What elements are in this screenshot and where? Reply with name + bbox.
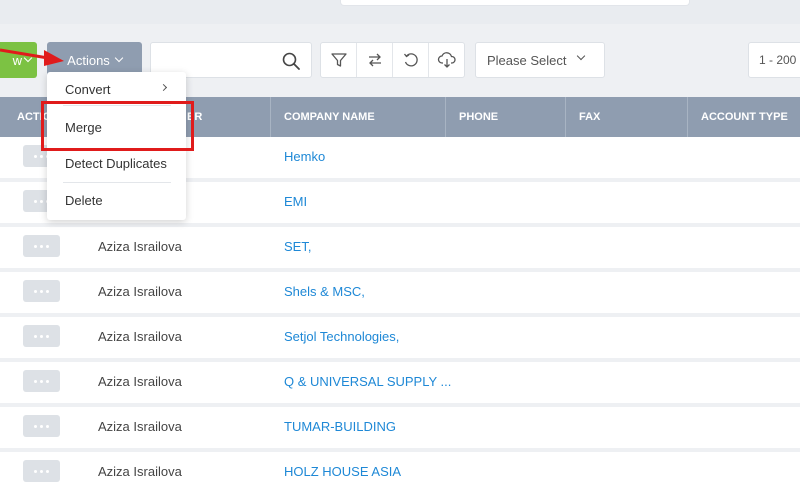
swap-arrows-icon — [368, 53, 381, 67]
pagination-info[interactable]: 1 - 200 — [748, 42, 800, 78]
table-row[interactable]: Aziza Israilova Shels & MSC, — [0, 272, 800, 317]
row-owner: Aziza Israilova — [98, 374, 182, 389]
row-company-link[interactable]: EMI — [284, 194, 307, 209]
column-header-fax[interactable]: FAX — [565, 97, 687, 137]
chevron-down-icon — [576, 51, 586, 61]
table-row[interactable]: Aziza Israilova TUMAR-BUILDING — [0, 407, 800, 452]
filter-select-value: Please Select — [487, 52, 567, 68]
chevron-right-icon — [159, 83, 168, 92]
table-row[interactable]: Aziza Israilova Q & UNIVERSAL SUPPLY ... — [0, 362, 800, 407]
row-owner: Aziza Israilova — [98, 239, 182, 254]
column-header-account-type[interactable]: ACCOUNT TYPE — [687, 97, 800, 137]
row-company-link[interactable]: HOLZ HOUSE ASIA — [284, 464, 401, 479]
menu-divider — [63, 182, 171, 183]
row-company-link[interactable]: Q & UNIVERSAL SUPPLY ... — [284, 374, 451, 389]
row-owner: Aziza Israilova — [98, 419, 182, 434]
pagination-text: 1 - 200 — [759, 53, 797, 67]
menu-item-detect-duplicates[interactable]: Detect Duplicates — [65, 156, 167, 171]
chevron-down-icon — [114, 53, 124, 63]
row-actions-button[interactable] — [23, 280, 60, 302]
row-company-link[interactable]: Shels & MSC, — [284, 284, 365, 299]
filter-button[interactable] — [321, 43, 357, 77]
filter-icon — [330, 53, 347, 67]
row-actions-button[interactable] — [23, 370, 60, 392]
table-row[interactable]: Aziza Israilova SET, — [0, 227, 800, 272]
menu-divider — [63, 105, 171, 106]
row-actions-button[interactable] — [23, 460, 60, 482]
row-owner: Aziza Israilova — [98, 329, 182, 344]
table-row[interactable]: Aziza Israilova Setjol Technologies, — [0, 317, 800, 362]
refresh-button[interactable] — [393, 43, 429, 77]
row-owner: Aziza Israilova — [98, 284, 182, 299]
download-button[interactable] — [429, 43, 464, 77]
row-company-link[interactable]: Setjol Technologies, — [284, 329, 399, 344]
filter-select[interactable]: Please Select — [475, 42, 605, 78]
row-actions-button[interactable] — [23, 415, 60, 437]
row-company-link[interactable]: TUMAR-BUILDING — [284, 419, 396, 434]
refresh-icon — [403, 53, 418, 67]
row-owner: Aziza Israilova — [98, 464, 182, 479]
annotation-arrow — [0, 48, 64, 66]
menu-item-convert[interactable]: Convert — [65, 82, 111, 97]
menu-item-merge[interactable]: Merge — [65, 120, 102, 135]
search-icon[interactable] — [281, 51, 301, 71]
cloud-download-icon — [437, 52, 456, 68]
global-search-input[interactable] — [340, 0, 690, 6]
actions-dropdown-menu: Convert Merge Detect Duplicates Delete — [47, 72, 186, 220]
table-row[interactable]: Aziza Israilova HOLZ HOUSE ASIA — [0, 452, 800, 492]
column-header-company-name[interactable]: COMPANY NAME — [270, 97, 445, 137]
swap-button[interactable] — [357, 43, 393, 77]
row-company-link[interactable]: SET, — [284, 239, 311, 254]
menu-item-delete[interactable]: Delete — [65, 193, 103, 208]
column-header-actions[interactable]: ACTIO — [0, 97, 51, 137]
list-tools-group — [320, 42, 465, 78]
row-actions-button[interactable] — [23, 235, 60, 257]
row-company-link[interactable]: Hemko — [284, 149, 325, 164]
column-header-phone[interactable]: PHONE — [445, 97, 565, 137]
row-actions-button[interactable] — [23, 325, 60, 347]
